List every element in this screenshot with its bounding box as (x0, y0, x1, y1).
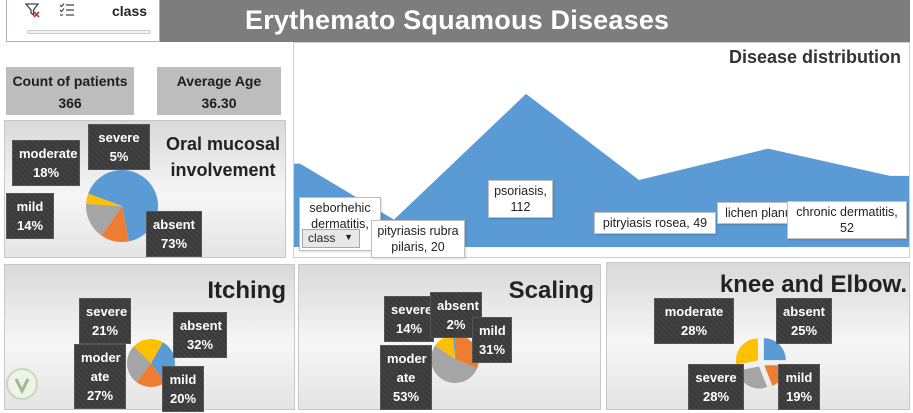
knee-elbow-title: knee and Elbow. (719, 271, 907, 298)
class-button-label: class (308, 231, 336, 245)
average-age-value: 36.30 (201, 95, 237, 111)
patient-count-value: 366 (58, 95, 82, 111)
oral-moderate-name: moderate (19, 146, 78, 161)
knee-moderate-name: moderate (664, 304, 724, 319)
average-age-label: Average Age (176, 73, 262, 89)
scaling-label-moderate: moder ate 53% (380, 345, 432, 410)
knee-severe-name: severe (695, 370, 737, 385)
oral-label-severe: severe 5% (88, 124, 150, 170)
itching-moderate-name1: moder (81, 350, 121, 365)
seb-line1: seborhehic (309, 201, 371, 215)
itching-absent-pct: 32% (186, 337, 214, 352)
scaling-mild-pct: 31% (479, 342, 506, 357)
chronic-line2: 52 (840, 221, 854, 235)
scaling-absent-name: absent (437, 298, 479, 313)
logo-watermark-icon (6, 368, 38, 400)
oral-mild-pct: 14% (16, 218, 44, 233)
dist-label-pityriasis-rubra: pityriasis rubra pilaris, 20 (371, 220, 465, 258)
itching-severe-name: severe (86, 304, 128, 319)
title-banner: Erythemato Squamous Diseases (160, 0, 910, 42)
oral-moderate-pct: 18% (32, 165, 60, 180)
scaling-label-mild: mild 31% (472, 317, 512, 363)
dist-label-psoriasis: psoriasis, 112 (488, 180, 553, 218)
itching-panel: Itching (4, 264, 295, 410)
scaling-severe-pct: 14% (395, 321, 423, 336)
scaling-moderate-name2: ate (396, 370, 416, 385)
pie-slice-severe (735, 338, 758, 365)
oral-label-moderate: moderate 18% (12, 140, 80, 186)
average-age-card: Average Age 36.30 (157, 67, 281, 115)
oral-title-line1: Oral mucosal (165, 134, 281, 154)
itching-label-moderate: moder ate 27% (74, 344, 126, 409)
slicer-scrollbar[interactable] (27, 30, 151, 34)
knee-elbow-panel: knee and Elbow. (606, 262, 910, 410)
chronic-line1: chronic dermatitis, (796, 205, 898, 219)
itching-label-severe: severe 21% (79, 298, 131, 344)
chevron-down-icon: ▼ (344, 232, 353, 242)
knee-label-moderate: moderate 28% (654, 298, 734, 344)
itching-severe-pct: 21% (91, 323, 119, 338)
page-title: Erythemato Squamous Diseases (245, 5, 670, 35)
knee-mild-pct: 19% (785, 389, 813, 404)
class-field-button[interactable]: class ▼ (302, 229, 360, 248)
scaling-absent-pct: 2% (446, 317, 466, 332)
itching-label-mild: mild 20% (162, 366, 204, 412)
patient-count-label: Count of patients (12, 73, 128, 89)
itching-mild-pct: 20% (169, 391, 197, 406)
itching-moderate-name2: ate (90, 369, 110, 384)
scaling-severe-name: severe (391, 302, 433, 317)
oral-label-absent: absent 73% (146, 211, 202, 257)
knee-label-absent: absent 25% (776, 298, 832, 344)
scaling-moderate-name1: moder (387, 351, 427, 366)
itching-label-absent: absent 32% (173, 312, 227, 358)
scaling-moderate-pct: 53% (392, 389, 420, 404)
knee-absent-name: absent (783, 304, 825, 319)
oral-absent-name: absent (153, 217, 195, 232)
oral-mucosal-title: Oral mucosal involvement (160, 131, 286, 183)
oral-absent-pct: 73% (160, 236, 188, 251)
knee-severe-pct: 28% (702, 389, 730, 404)
oral-label-mild: mild 14% (6, 193, 54, 239)
knee-absent-pct: 25% (790, 323, 818, 338)
itching-title: Itching (207, 277, 286, 304)
class-slicer[interactable]: class (6, 0, 160, 42)
pit-rubra-line2: pilaris, 20 (391, 240, 445, 254)
scaling-title: Scaling (508, 277, 594, 304)
oral-severe-pct: 5% (109, 149, 129, 164)
dist-label-pityriasis-rosea: pitryiasis rosea, 49 (594, 212, 716, 234)
oral-title-line2: involvement (170, 160, 276, 180)
oral-mild-name: mild (16, 199, 44, 214)
clear-filter-icon[interactable] (24, 2, 41, 18)
dashboard: class Erythemato Squamous Diseases Count… (0, 0, 913, 413)
knee-label-mild: mild 19% (778, 364, 820, 410)
slicer-title: class (112, 3, 148, 19)
itching-absent-name: absent (180, 318, 222, 333)
knee-mild-name: mild (785, 370, 813, 385)
itching-moderate-pct: 27% (86, 388, 114, 403)
oral-severe-name: severe (98, 130, 140, 145)
knee-moderate-pct: 28% (680, 323, 708, 338)
dist-label-chronic-dermatitis: chronic dermatitis, 52 (787, 201, 907, 239)
pit-rubra-line1: pityriasis rubra (377, 224, 459, 238)
knee-label-severe: severe 28% (688, 364, 744, 410)
scaling-mild-name: mild (479, 323, 506, 338)
itching-mild-name: mild (169, 372, 197, 387)
scaling-label-severe: severe 14% (384, 296, 434, 342)
multi-select-icon[interactable] (59, 2, 75, 18)
patient-count-card: Count of patients 366 (6, 67, 134, 115)
